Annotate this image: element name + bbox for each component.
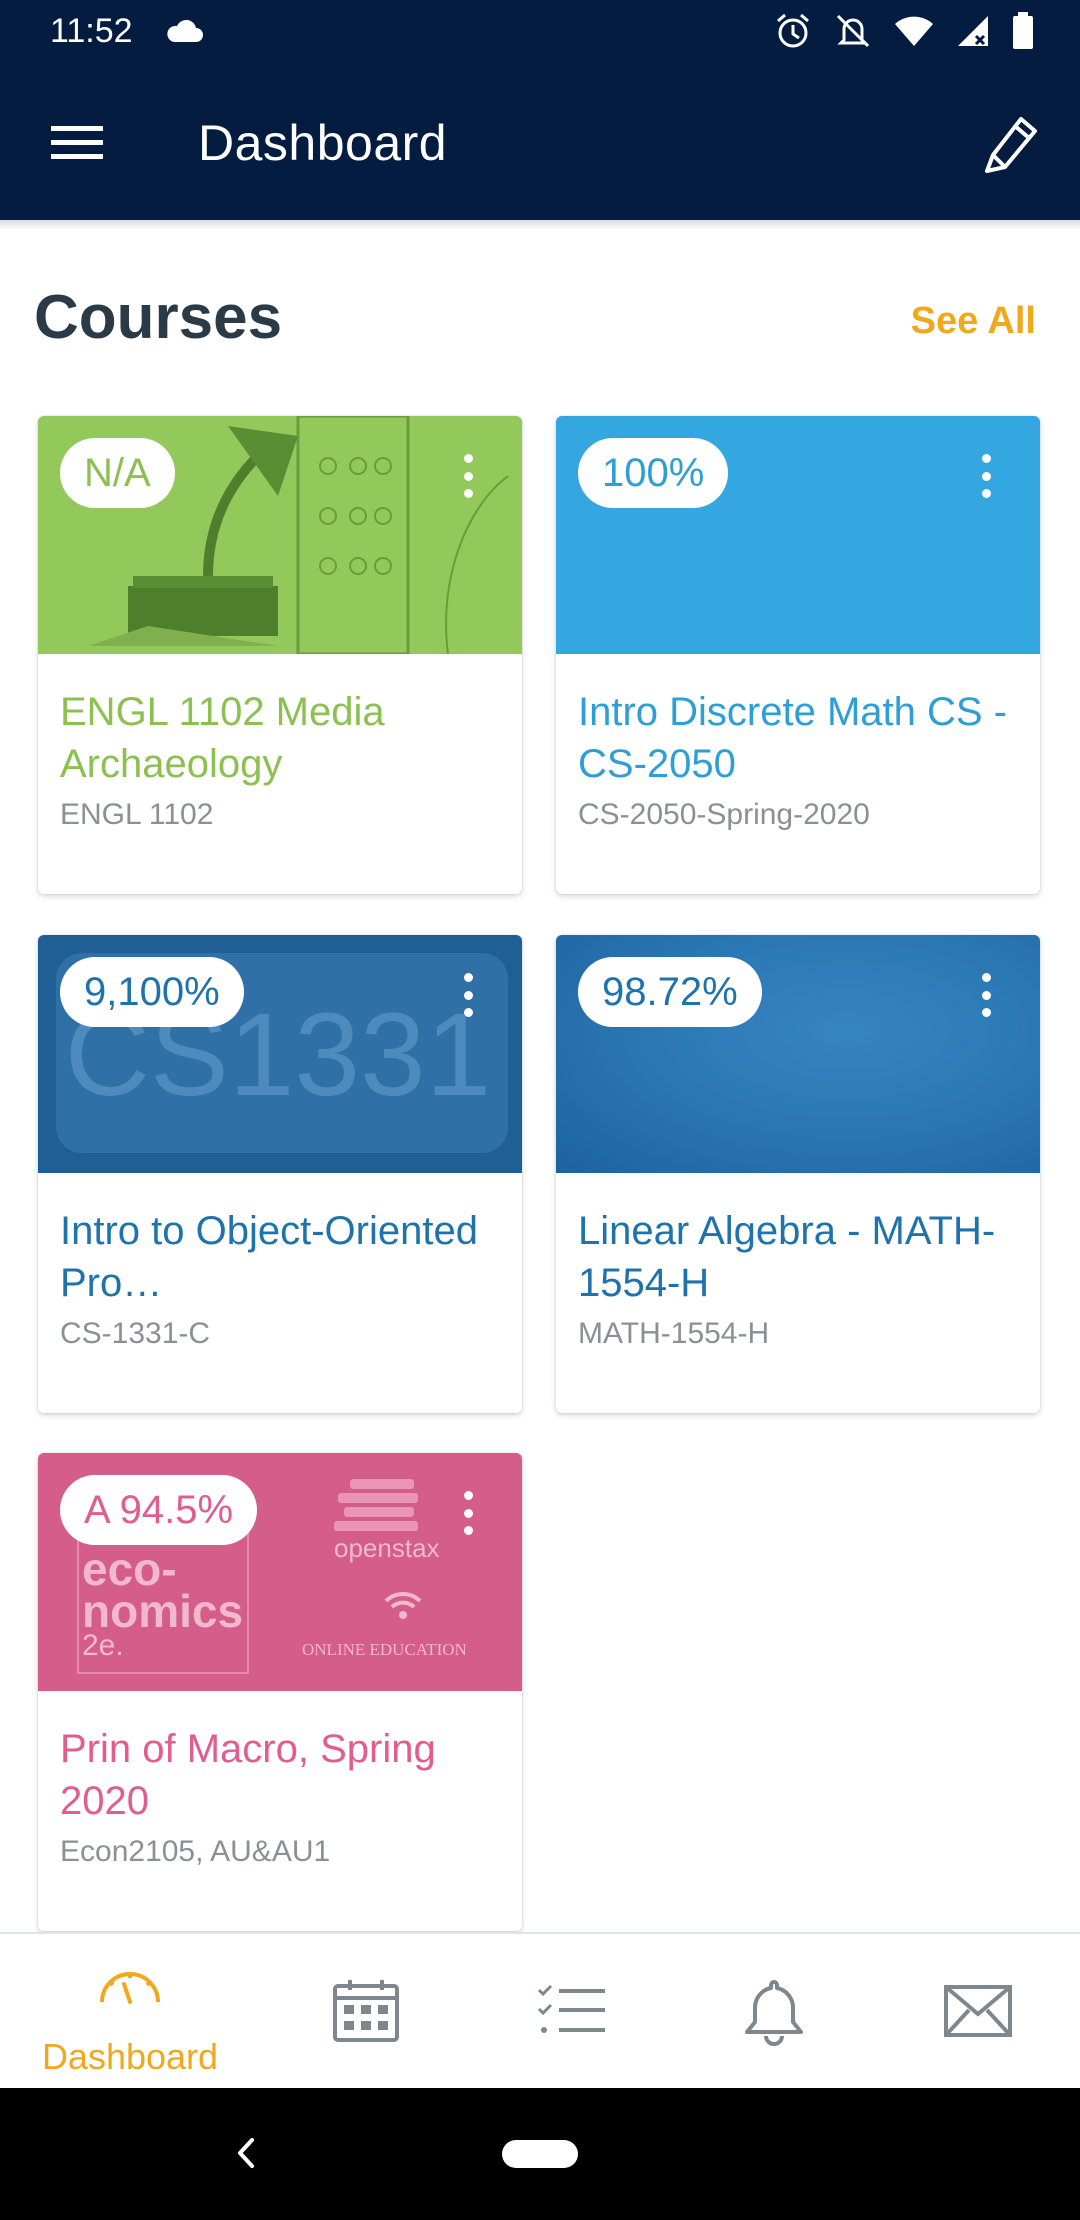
todo-list-icon	[537, 1984, 605, 2033]
cell-signal-icon	[956, 14, 990, 48]
nav-calendar[interactable]	[258, 1934, 474, 2090]
course-image: CS1331 9,100%	[38, 935, 522, 1173]
nav-dashboard[interactable]: Dashboard	[22, 1934, 238, 2090]
menu-button[interactable]	[44, 112, 110, 172]
speedometer-icon	[100, 1972, 160, 2004]
cover-text-line: 2e.	[82, 1629, 124, 1662]
calendar-icon	[333, 1980, 399, 2042]
notifications-off-icon	[834, 12, 872, 50]
course-code: Econ2105, AU&AU1	[60, 1835, 331, 1868]
course-card[interactable]: eco- nomics 2e. openstax ONLINE EDUCATIO…	[38, 1453, 522, 1931]
home-pill-button[interactable]	[502, 2140, 578, 2168]
hamburger-icon	[51, 126, 103, 159]
course-title: Intro to Object-Oriented Pro…	[60, 1209, 478, 1305]
more-options-icon[interactable]	[456, 1491, 480, 1535]
nav-todo[interactable]	[464, 1934, 680, 2090]
initiative-label: ONLINE EDUCATION	[302, 1640, 467, 1659]
openstax-brand: openstax	[334, 1533, 440, 1563]
wifi-icon	[894, 14, 934, 48]
app-bar-shadow	[0, 220, 1080, 230]
course-image: eco- nomics 2e. openstax ONLINE EDUCATIO…	[38, 1453, 522, 1691]
system-navigation-bar	[0, 2088, 1080, 2220]
nav-dashboard-label: Dashboard	[41, 2036, 219, 2077]
nav-inbox[interactable]	[870, 1934, 1080, 2090]
course-title: Prin of Macro, Spring 2020	[60, 1727, 436, 1823]
battery-icon	[1012, 12, 1034, 50]
course-card[interactable]: 98.72% Linear Algebra - MATH-1554-H MATH…	[556, 935, 1040, 1413]
grade-badge: 100%	[578, 438, 729, 508]
more-options-icon[interactable]	[974, 454, 998, 498]
grade-badge: 98.72%	[578, 957, 762, 1027]
course-card[interactable]: 100% Intro Discrete Math CS - CS-2050 CS…	[556, 416, 1040, 894]
more-options-icon[interactable]	[456, 454, 480, 498]
app-bar: Dashboard	[0, 64, 1080, 220]
cloud-icon	[164, 18, 204, 49]
bottom-navigation: Dashboard	[0, 1932, 1080, 2088]
nav-notifications[interactable]	[666, 1934, 882, 2090]
page-title: Dashboard	[198, 115, 448, 171]
see-all-link[interactable]: See All	[911, 300, 1036, 343]
course-card[interactable]: CS1331 9,100% Intro to Object-Oriented P…	[38, 935, 522, 1413]
status-time: 11:52	[50, 12, 133, 50]
edit-dashboard-button[interactable]	[974, 108, 1046, 180]
more-options-icon[interactable]	[456, 973, 480, 1017]
bell-icon	[745, 1980, 803, 2046]
course-code: CS-2050-Spring-2020	[578, 798, 870, 831]
grade-badge: A 94.5%	[60, 1475, 258, 1545]
pencil-icon	[985, 117, 1037, 173]
grade-badge: N/A	[60, 438, 175, 508]
status-bar: 11:52	[0, 0, 1080, 64]
alarm-icon	[774, 12, 812, 50]
course-image: N/A	[38, 416, 522, 654]
course-code: MATH-1554-H	[578, 1317, 770, 1350]
courses-heading: Courses	[34, 283, 283, 352]
course-code: ENGL 1102	[60, 798, 214, 831]
grade-badge: 9,100%	[60, 957, 244, 1027]
course-code: CS-1331-C	[60, 1317, 211, 1350]
course-title: ENGL 1102 Media Archaeology	[60, 690, 385, 786]
course-title: Intro Discrete Math CS - CS-2050	[578, 690, 1008, 786]
course-image: 98.72%	[556, 935, 1040, 1173]
back-arrow-icon[interactable]	[222, 2128, 272, 2178]
course-title: Linear Algebra - MATH-1554-H	[578, 1209, 996, 1305]
course-image: 100%	[556, 416, 1040, 654]
mail-icon	[944, 1985, 1012, 2037]
course-card[interactable]: N/A ENGL 1102 Media Archaeology ENGL 110…	[38, 416, 522, 894]
more-options-icon[interactable]	[974, 973, 998, 1017]
